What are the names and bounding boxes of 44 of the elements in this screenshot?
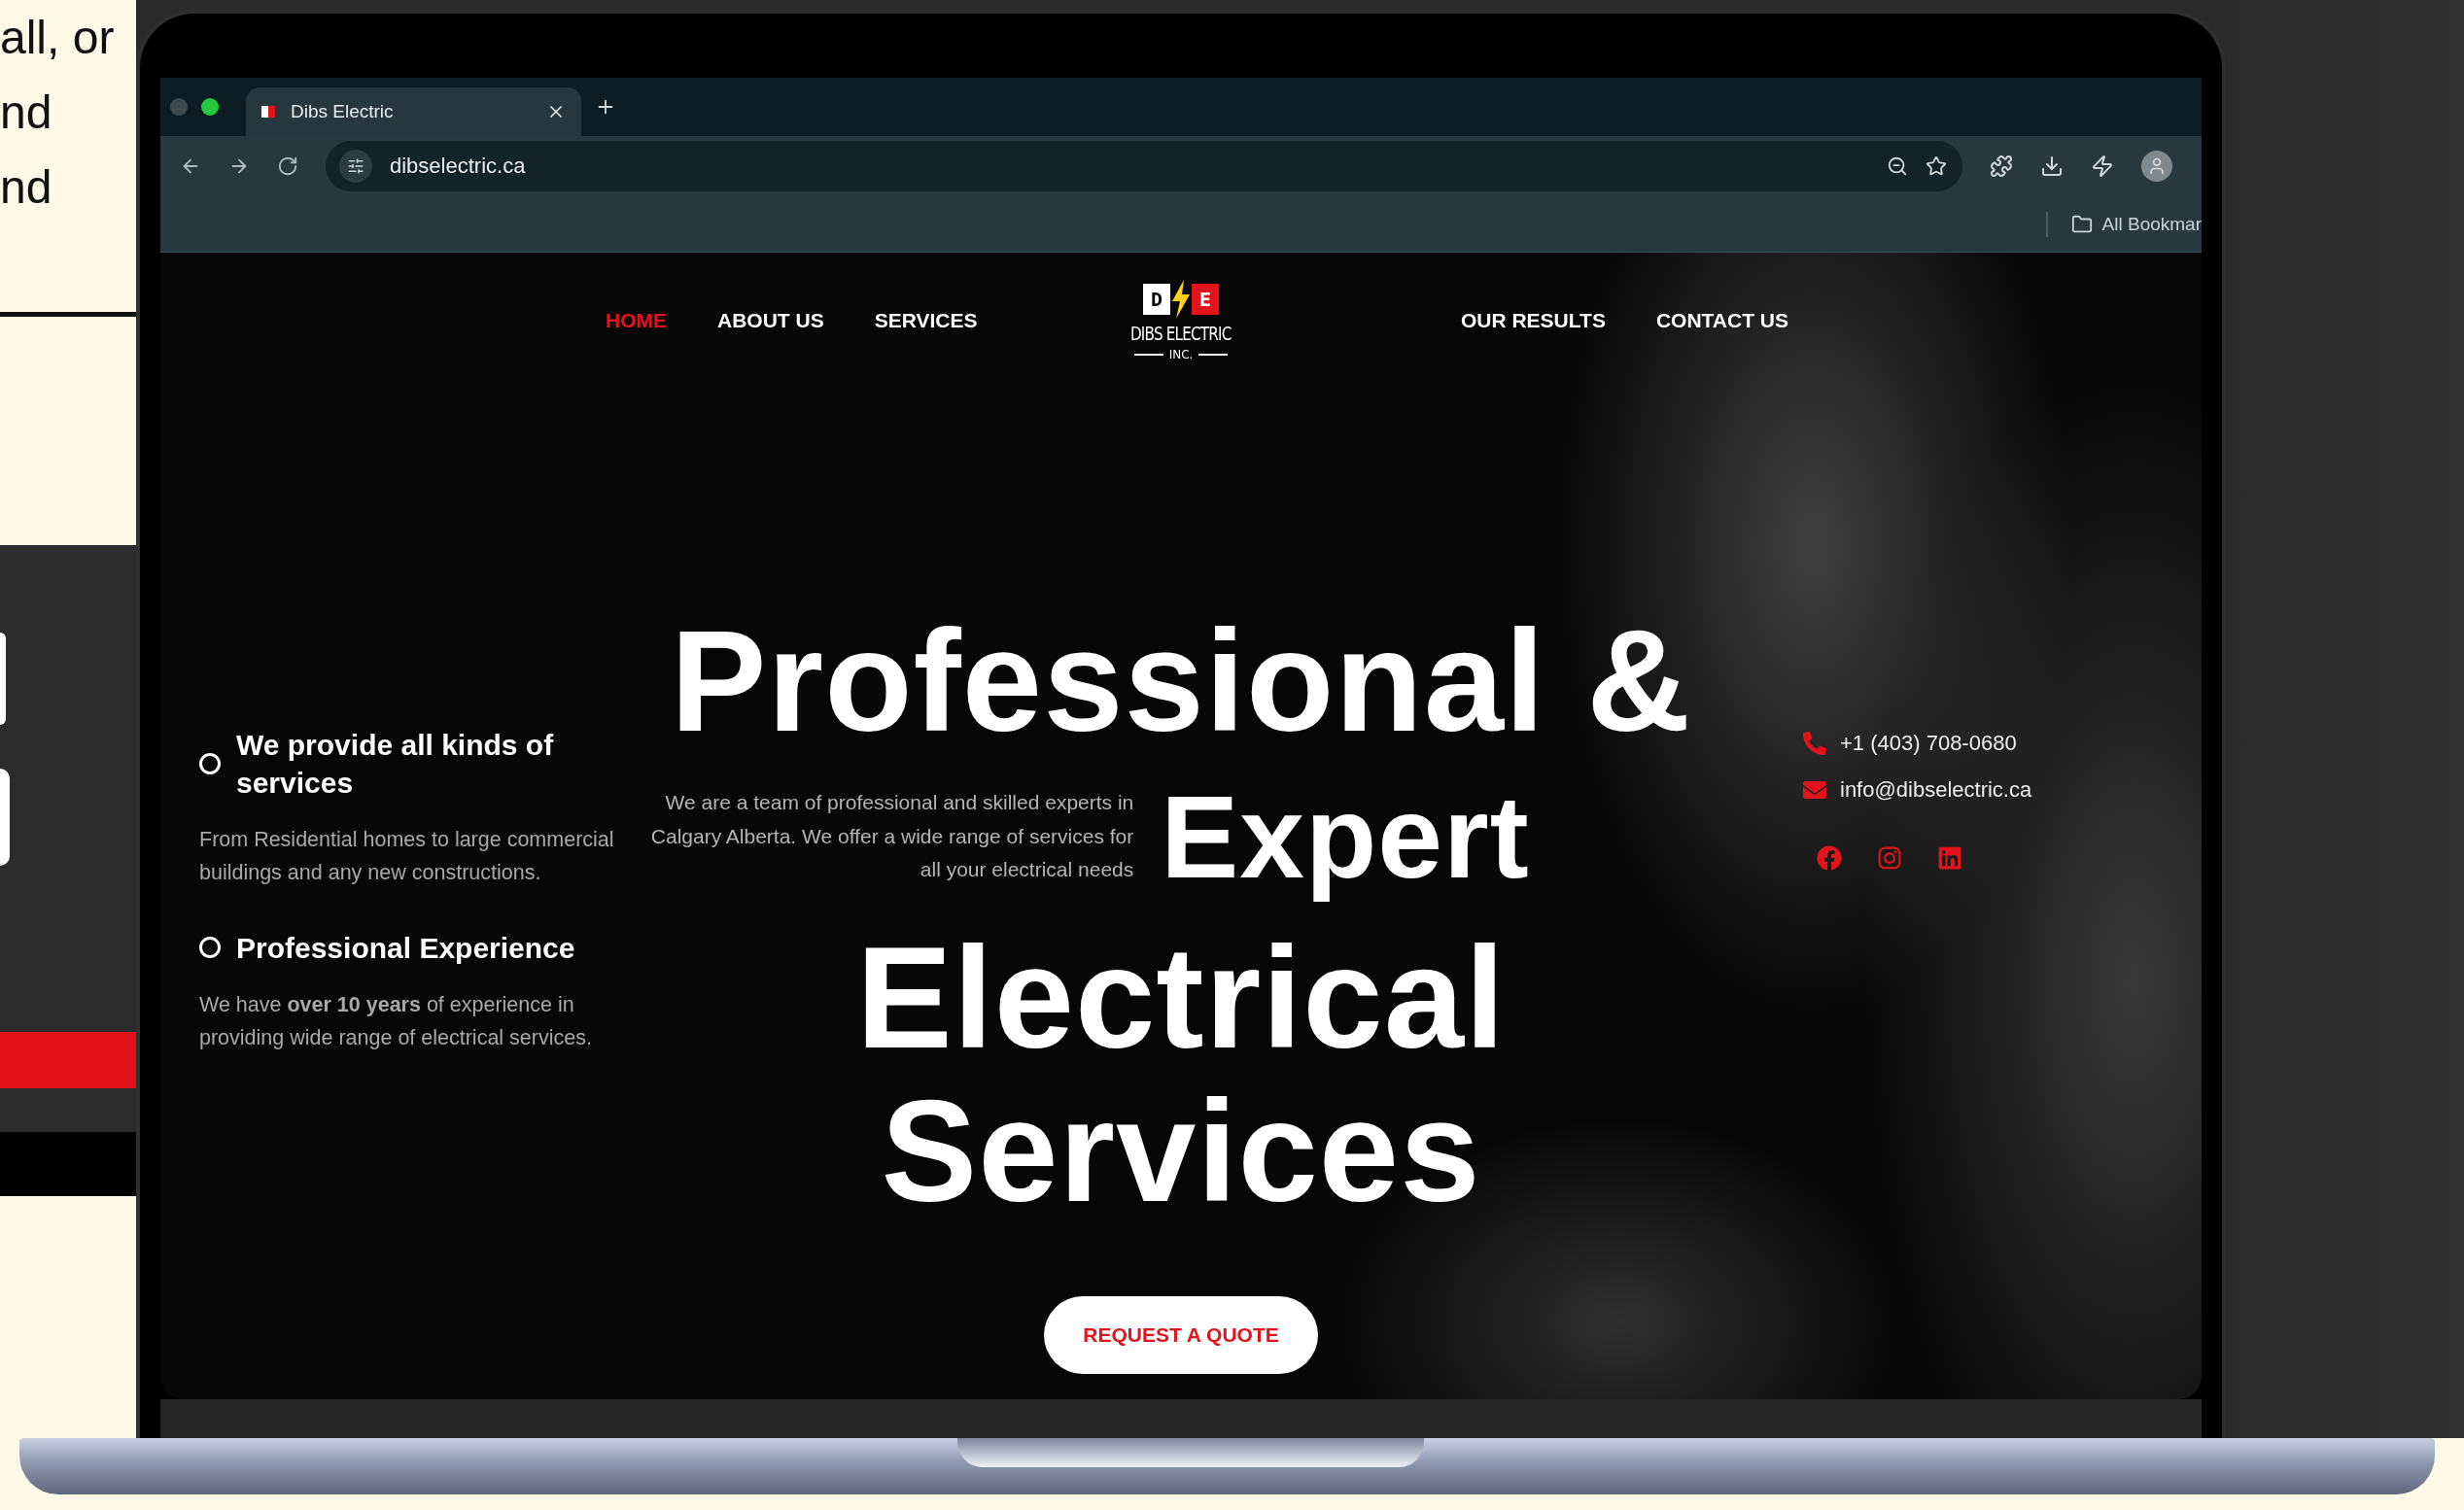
nav-link[interactable]: OUR RESULTS: [1460, 309, 1606, 332]
bookmark-item[interactable]: All Bookmar: [2070, 213, 2202, 235]
feature-text: From Residential homes to large commercial buildings and any new constructions.: [199, 827, 615, 887]
nav-link[interactable]: SERVICES: [874, 309, 978, 332]
logo[interactable]: D E DIBS ELECTRIC INC.: [1118, 280, 1244, 361]
favicon-icon: [261, 106, 275, 118]
bolt-icon[interactable]: [2091, 154, 2114, 178]
background-text: nd: [0, 86, 52, 140]
contact-text[interactable]: info@dibselectric.ca: [1840, 777, 2032, 803]
window-dot-icon[interactable]: [170, 98, 188, 116]
request-quote-button[interactable]: REQUEST A QUOTE: [1044, 1296, 1318, 1374]
nav-link[interactable]: ABOUT US: [717, 309, 824, 332]
circle-icon: [199, 753, 221, 774]
feature-title: Professional Experience: [236, 930, 575, 966]
contact-text[interactable]: +1 (403) 708-0680: [1840, 731, 2017, 756]
zoom-icon[interactable]: [1887, 155, 1908, 177]
tab-title: Dibs Electric: [291, 101, 395, 122]
browser-tab[interactable]: Dibs Electric: [246, 87, 581, 136]
feature-title: We provide all kinds of services: [236, 728, 555, 801]
headline: Expert: [1161, 771, 1530, 904]
headline: Services: [881, 1075, 1481, 1228]
feature-text: We have over 10 years of experience in providing wide range of electrical services.: [199, 991, 593, 1052]
profile-avatar[interactable]: [2141, 151, 2172, 182]
email-icon: [1803, 778, 1826, 802]
background-text: nd: [0, 160, 52, 215]
phone-icon: [1803, 732, 1826, 755]
linkedin-icon[interactable]: [1937, 845, 1962, 871]
folder-icon: [2070, 213, 2093, 235]
circle-icon: [199, 937, 221, 959]
intro-text: We are a team of professional and skilled experts in Calgary Alberta. We offer a wide range of services for all your electrical needs: [649, 790, 1134, 883]
background-text: all, or: [0, 11, 115, 65]
nav-link[interactable]: CONTACT US: [1655, 309, 1788, 332]
address-bar[interactable]: dibselectric.ca: [326, 141, 1962, 191]
download-icon[interactable]: [2040, 154, 2064, 178]
headline: Electrical: [855, 921, 1507, 1075]
instagram-icon[interactable]: [1877, 845, 1902, 871]
site-settings-icon[interactable]: [339, 150, 372, 183]
window-dot-icon[interactable]: [201, 98, 219, 116]
nav-link[interactable]: HOME: [606, 309, 667, 332]
reload-icon[interactable]: [277, 155, 298, 177]
star-icon[interactable]: [1926, 155, 1947, 177]
extensions-icon[interactable]: [1990, 154, 2013, 178]
facebook-icon[interactable]: [1817, 845, 1842, 871]
headline: Professional &: [670, 604, 1692, 758]
